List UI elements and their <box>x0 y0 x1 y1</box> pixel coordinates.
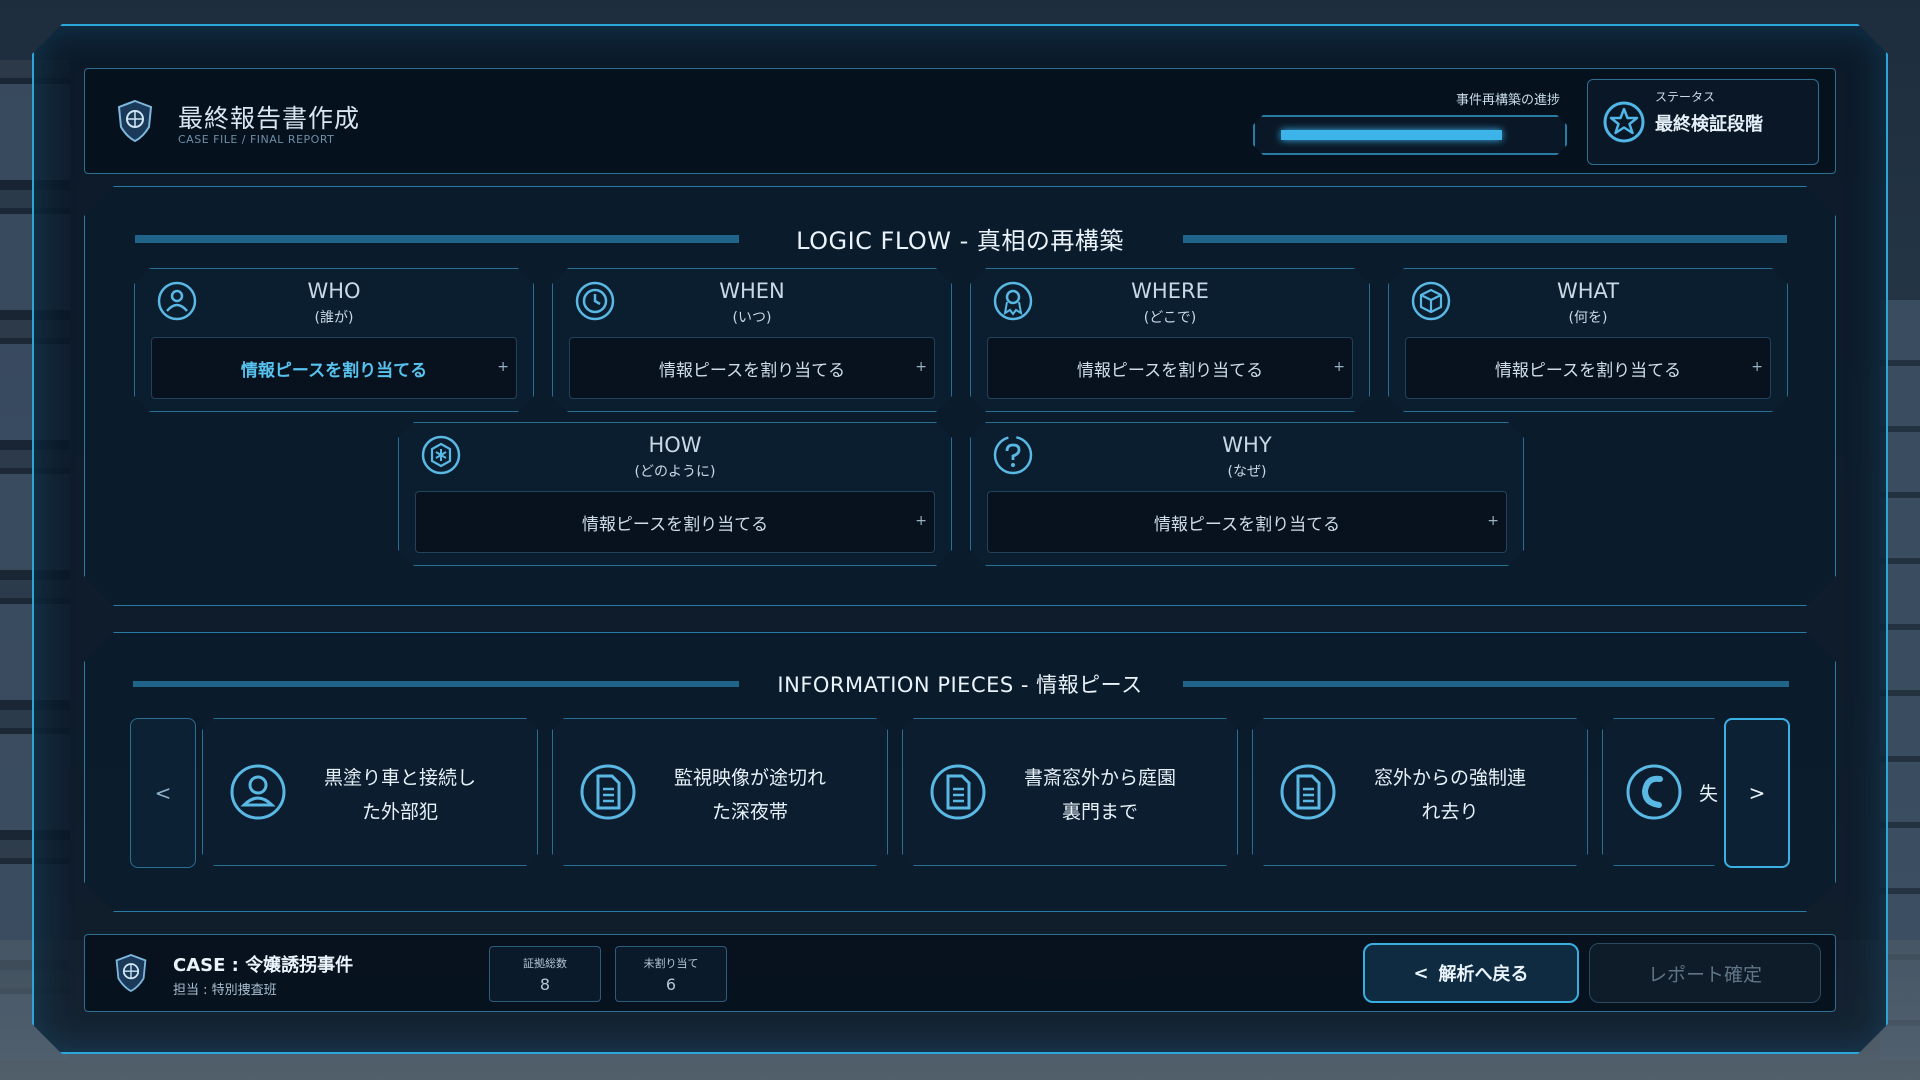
info-piece-line1: 監視映像が途切れ <box>673 767 826 789</box>
logic-card-what: WHAT (何を) 情報ピースを割り当てる + <box>1388 268 1788 412</box>
back-to-analysis-button[interactable]: < 解析へ戻る <box>1363 943 1579 1003</box>
card-subtitle: (いつ) <box>732 310 772 326</box>
card-subtitle: (どこで) <box>1143 310 1197 326</box>
assign-slot-how[interactable]: 情報ピースを割り当てる <box>415 491 935 553</box>
logic-card-why: WHY (なぜ) 情報ピースを割り当てる + <box>970 422 1524 566</box>
shield-emblem-icon <box>115 954 147 993</box>
info-piece-line2: た外部犯 <box>361 801 438 823</box>
info-piece-line1: 書斎窓外から庭園 <box>1023 767 1176 789</box>
card-subtitle: (どのように) <box>634 464 716 480</box>
stat-value: 6 <box>665 975 677 994</box>
progress-label: 事件再構築の進捗 <box>1456 93 1561 108</box>
logic-card-who: WHO (誰が) 情報ピースを割り当てる + <box>134 268 534 412</box>
progress-bar <box>1253 115 1567 155</box>
plus-icon: + <box>497 359 509 375</box>
confirm-report-button[interactable]: レポート確定 <box>1589 943 1821 1003</box>
card-subtitle: (何を) <box>1568 310 1608 326</box>
info-piece-text: 黒塗り車と接続し た外部犯 <box>295 761 505 829</box>
assign-slot-when[interactable]: 情報ピースを割り当てる <box>569 337 935 399</box>
info-piece-line2: た深夜帯 <box>711 801 788 823</box>
document-icon <box>929 763 987 821</box>
info-piece-text: 監視映像が途切れ た深夜帯 <box>645 761 855 829</box>
assign-slot-why[interactable]: 情報ピースを割り当てる <box>987 491 1507 553</box>
logic-flow-title: LOGIC FLOW - 真相の再構築 <box>796 227 1124 255</box>
status-value: 最終検証段階 <box>1655 114 1763 135</box>
document-icon <box>1279 763 1337 821</box>
card-name: WHO <box>307 279 361 303</box>
status-panel: ステータス 最終検証段階 <box>1587 79 1819 165</box>
plus-icon: + <box>1333 359 1345 375</box>
plus-icon: + <box>915 359 927 375</box>
status-label: ステータス <box>1655 90 1716 104</box>
info-piece-line1: 窓外からの強制連 <box>1373 767 1526 789</box>
case-owner: 担当 : 特別捜査班 <box>173 983 277 998</box>
footer-bar: CASE : 令嬢誘拐事件 担当 : 特別捜査班 証拠総数 8 未割り当て 6 … <box>84 934 1836 1012</box>
stat-unassigned: 未割り当て 6 <box>615 946 727 1002</box>
stat-label: 証拠総数 <box>523 957 567 970</box>
document-icon <box>579 763 637 821</box>
card-name: WHY <box>1222 433 1272 457</box>
card-subtitle: (なぜ) <box>1227 464 1267 480</box>
card-name: WHEN <box>719 279 785 303</box>
stat-value: 8 <box>539 975 551 994</box>
plus-icon: + <box>915 513 927 529</box>
phone-icon <box>1625 763 1683 821</box>
pieces-title: INFORMATION PIECES - 情報ピース <box>777 673 1143 697</box>
info-piece-line2: れ去り <box>1421 801 1479 823</box>
progress-fill <box>1281 130 1502 140</box>
back-button-label: 解析へ戻る <box>1438 964 1529 985</box>
info-piece[interactable]: 書斎窓外から庭園 裏門まで <box>902 718 1238 866</box>
case-name: CASE : 令嬢誘拐事件 <box>173 955 354 976</box>
chevron-left-icon: < <box>1413 962 1429 984</box>
assign-slot-where[interactable]: 情報ピースを割り当てる <box>987 337 1353 399</box>
logic-card-how: HOW (どのように) 情報ピースを割り当てる + <box>398 422 952 566</box>
info-piece-line1: 黒塗り車と接続し <box>323 767 476 789</box>
card-subtitle: (誰が) <box>314 310 354 326</box>
card-name: WHAT <box>1556 279 1620 303</box>
logic-card-where: WHERE (どこで) 情報ピースを割り当てる + <box>970 268 1370 412</box>
page-title: 最終報告書作成 <box>178 104 361 133</box>
star-badge-icon <box>1603 101 1645 143</box>
plus-icon: + <box>1751 359 1763 375</box>
info-piece-line2: 裏門まで <box>1061 801 1138 823</box>
logic-card-when: WHEN (いつ) 情報ピースを割り当てる + <box>552 268 952 412</box>
plus-icon: + <box>1487 513 1499 529</box>
assign-slot-what[interactable]: 情報ピースを割り当てる <box>1405 337 1771 399</box>
stat-total-evidence: 証拠総数 8 <box>489 946 601 1002</box>
person-icon <box>229 763 287 821</box>
prev-page-button[interactable]: < <box>130 718 196 868</box>
next-page-button[interactable]: > <box>1724 718 1790 868</box>
info-piece[interactable]: 窓外からの強制連 れ去り <box>1252 718 1588 866</box>
header-bar: 最終報告書作成 CASE FILE / FINAL REPORT 事件再構築の進… <box>84 68 1836 174</box>
stat-label: 未割り当て <box>643 957 699 970</box>
info-piece[interactable]: 監視映像が途切れ た深夜帯 <box>552 718 888 866</box>
info-piece-text: 書斎窓外から庭園 裏門まで <box>995 761 1205 829</box>
card-name: WHERE <box>1131 279 1209 303</box>
info-piece-text: 窓外からの強制連 れ去り <box>1345 761 1555 829</box>
shield-emblem-icon <box>117 99 153 143</box>
card-name: HOW <box>648 433 702 457</box>
info-piece-partial[interactable]: 失 <box>1602 718 1726 866</box>
assign-slot-who[interactable]: 情報ピースを割り当てる <box>151 337 517 399</box>
page-subtitle: CASE FILE / FINAL REPORT <box>178 133 335 146</box>
info-piece[interactable]: 黒塗り車と接続し た外部犯 <box>202 718 538 866</box>
